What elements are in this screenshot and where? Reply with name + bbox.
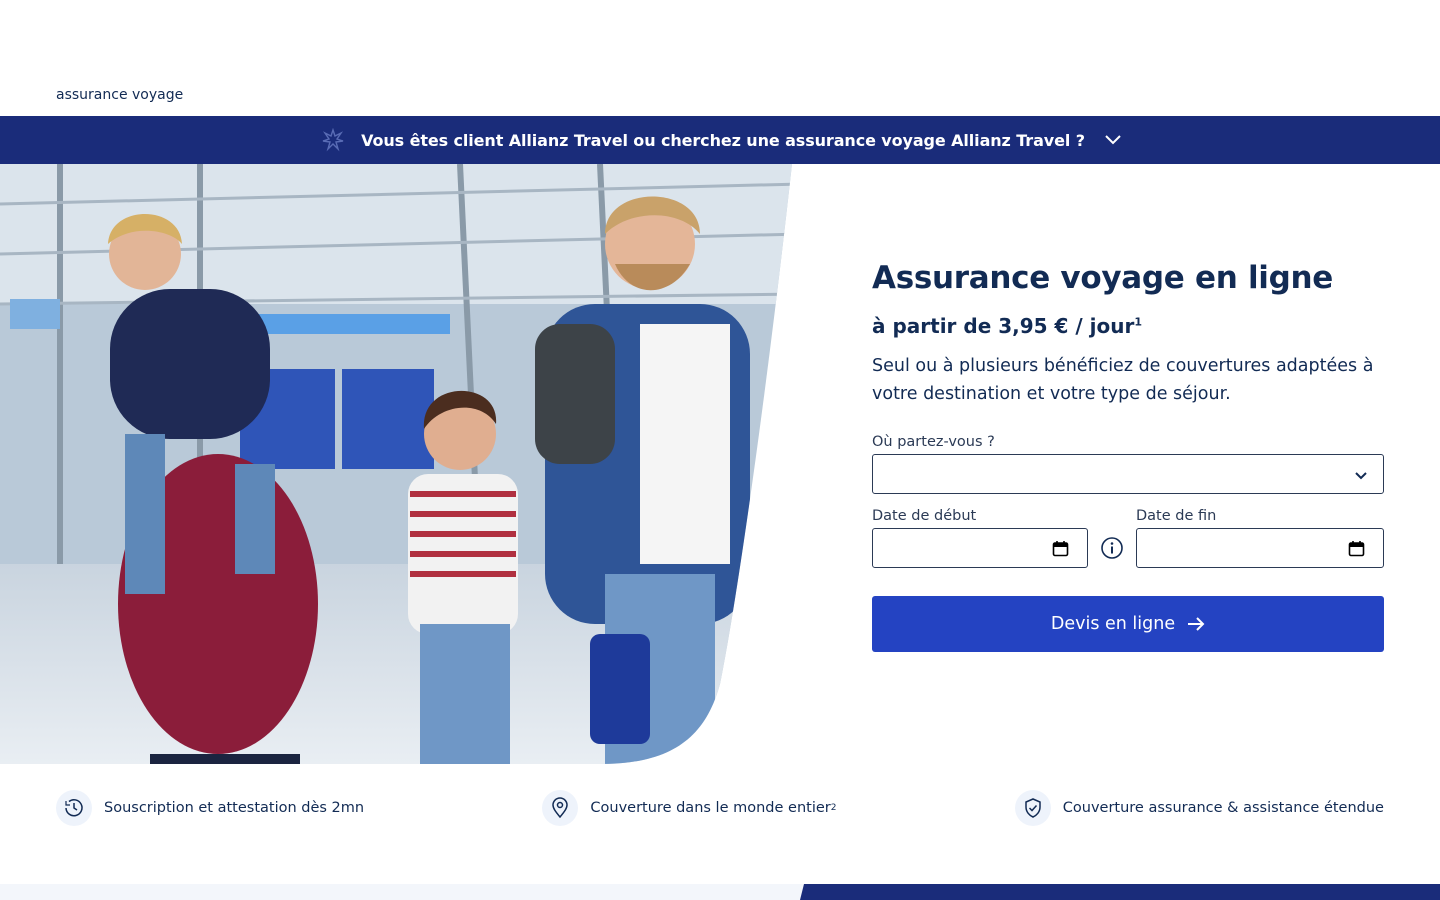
start-date-label: Date de début [872, 508, 977, 524]
client-banner[interactable]: Vous êtes client Allianz Travel ou cherc… [0, 116, 1440, 164]
end-date-field: Date de fin [1136, 508, 1384, 568]
location-pin-icon [542, 790, 579, 826]
hero-family-photo [0, 164, 800, 764]
feature-text: Couverture assurance & assistance étendu… [1062, 800, 1384, 816]
destination-field: Où partez-vous ? [872, 434, 1384, 494]
start-date-field: Date de début [872, 508, 1088, 568]
feature-item: Couverture assurance & assistance étendu… [1014, 790, 1384, 826]
destination-label: Où partez-vous ? [872, 434, 995, 450]
date-fields: Date de début Date de fin [872, 508, 1384, 568]
quote-button[interactable]: Devis en ligne [872, 596, 1384, 652]
feature-footnote[interactable]: 2 [831, 803, 837, 813]
quote-button-label: Devis en ligne [1050, 614, 1176, 634]
feature-text: Couverture dans le monde entier [590, 800, 831, 816]
feature-list: Souscription et attestation dès 2mn Couv… [56, 790, 1384, 826]
end-date-label: Date de fin [1136, 508, 1217, 524]
allianz-eagle-icon [319, 126, 347, 154]
destination-select[interactable] [872, 454, 1384, 494]
shield-check-icon [1014, 790, 1051, 826]
end-date-input[interactable] [1136, 528, 1384, 568]
feature-item: Couverture dans le monde entier 2 [542, 790, 836, 826]
bottom-strip-dark [800, 884, 1440, 900]
clock-icon [56, 790, 92, 826]
chevron-down-icon[interactable] [1105, 132, 1121, 148]
calendar-icon[interactable] [1348, 540, 1365, 557]
bottom-strip-light [0, 884, 812, 900]
info-icon[interactable] [1088, 528, 1136, 568]
feature-item: Souscription et attestation dès 2mn [56, 790, 364, 826]
price-value: à partir de 3,95 € / jour [872, 314, 1135, 338]
breadcrumb[interactable]: assurance voyage [56, 87, 183, 103]
arrow-right-icon [1187, 617, 1205, 631]
quote-panel: Assurance voyage en ligne à partir de 3,… [872, 260, 1384, 652]
chevron-down-icon [1353, 467, 1369, 483]
page-title: Assurance voyage en ligne [872, 260, 1333, 296]
price-footnote[interactable]: 1 [1134, 315, 1142, 328]
hero-description: Seul ou à plusieurs bénéficiez de couver… [872, 356, 1374, 404]
hero-section: Assurance voyage en ligne à partir de 3,… [0, 164, 1440, 764]
calendar-icon[interactable] [1052, 540, 1069, 557]
feature-text: Souscription et attestation dès 2mn [104, 800, 365, 816]
banner-text: Vous êtes client Allianz Travel ou cherc… [361, 130, 1085, 150]
start-date-input[interactable] [872, 528, 1088, 568]
price-text: à partir de 3,95 € / jour1 [872, 314, 1384, 338]
